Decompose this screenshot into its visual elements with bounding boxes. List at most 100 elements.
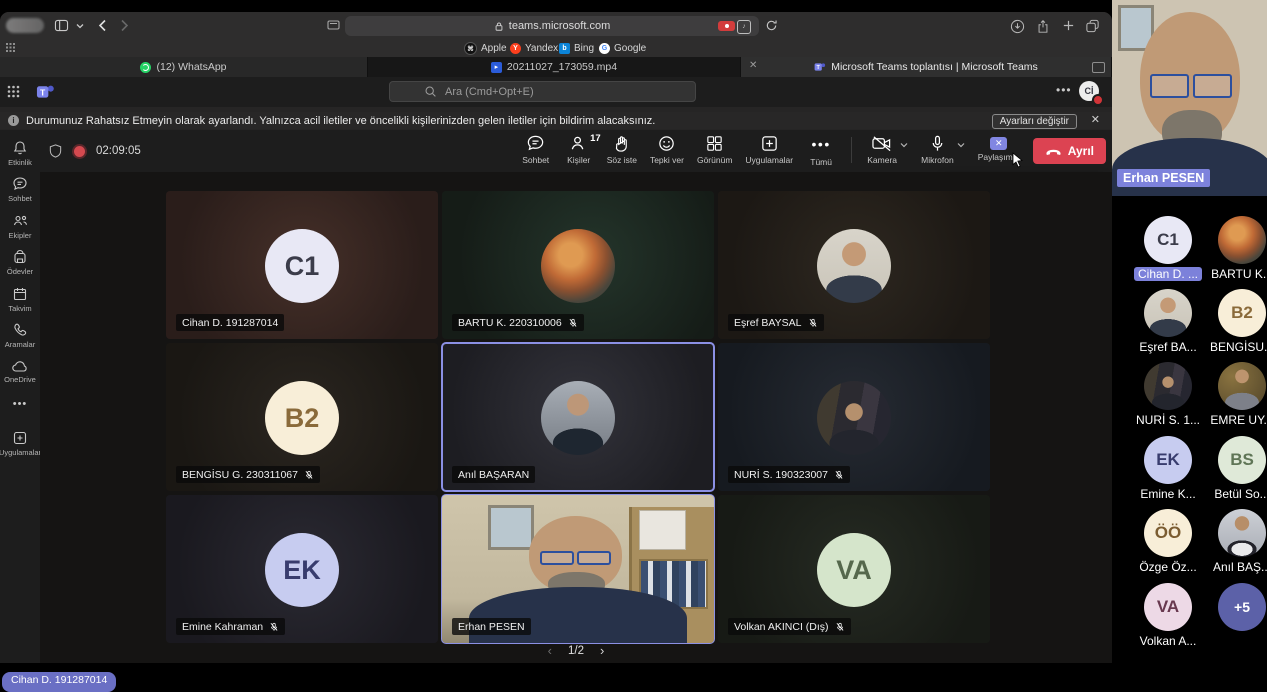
person-body [1112,138,1267,196]
roster-cihan[interactable]: C1 Cihan D. ... [1131,216,1205,281]
tab-whatsapp[interactable]: (12) WhatsApp [0,57,368,77]
rail-item-ekipler[interactable]: Ekipler [0,213,40,240]
avatar: C1 [265,229,339,303]
bookmarks-grid-icon[interactable] [6,43,15,52]
forward-icon[interactable] [120,19,129,32]
roster-nuri[interactable]: NURİ S. 1... [1131,362,1205,427]
reload-icon[interactable] [765,19,778,32]
more-actions-button[interactable]: ••• Tümü [806,134,836,167]
rail-item-etkinlik[interactable]: Etkinlik [0,140,40,167]
raise-hand-button[interactable]: Söz iste [607,134,637,165]
tab-mp4[interactable]: ▸ 20211027_173059.mp4 [368,57,741,77]
teams-app-logo-icon[interactable]: T [36,82,55,101]
rail-item-takvim[interactable]: Takvim [0,286,40,313]
more-options-icon[interactable]: ••• [1056,83,1072,97]
banner-close-icon[interactable]: ✕ [1091,113,1100,126]
tile-nuri[interactable]: NURİ S. 190323007 [718,343,990,491]
avatar-photo [1144,362,1192,410]
bookmark-apple[interactable]: ⌘ Apple [464,41,507,56]
new-tab-icon[interactable] [1062,19,1075,32]
video-file-icon: ▸ [491,62,502,73]
change-settings-button[interactable]: Ayarları değiştir [992,114,1077,129]
roster-overflow[interactable]: +5 [1205,583,1267,631]
toolbar-divider [851,137,852,163]
rail-item-odevler[interactable]: Ödevler [0,249,40,276]
roster-betul[interactable]: BS Betül So... [1205,436,1267,501]
bookmark-yandex[interactable]: Y Yandex [510,41,558,56]
meeting-toolbar: 02:09:05 Sohbet 17 Kişiler Söz iste Tepk… [40,130,1112,172]
search-placeholder: Ara (Cmd+Opt+E) [445,86,534,98]
waffle-icon[interactable] [7,85,20,98]
stop-share-icon: ✕ [990,137,1007,150]
stop-share-button[interactable]: ✕ Paylaşım... [978,134,1020,162]
avatar: EK [265,533,339,607]
teams-left-rail: Etkinlik Sohbet Ekipler Ödevler Takvim A… [0,130,40,663]
microphone-button[interactable]: Mikrofon [921,134,954,165]
share-icon[interactable] [1036,19,1050,34]
bookmark-google[interactable]: G Google [599,41,646,56]
sidebar-toggle-icon[interactable] [54,19,69,32]
view-button[interactable]: Görünüm [697,134,732,165]
avatar-photo [817,381,891,455]
extension-icon[interactable] [327,19,340,31]
pip-self-video[interactable] [1112,0,1267,196]
traffic-lights-blurred[interactable] [6,18,44,33]
roster-volkan[interactable]: VA Volkan A... [1131,583,1205,648]
camera-options-chevron-icon[interactable] [900,142,908,148]
browser-window: teams.microsoft.com ♪ ⌘ Apple Y [0,12,1112,663]
browser-titlebar: teams.microsoft.com ♪ [0,12,1112,40]
tile-anil[interactable]: Anıl BAŞARAN [442,343,714,491]
pager-next-icon[interactable]: › [600,643,604,658]
roster-bartu[interactable]: BARTU K... [1205,216,1267,281]
mic-options-chevron-icon[interactable] [957,142,965,148]
leave-button[interactable]: Ayrıl [1033,138,1106,164]
downloads-icon[interactable] [1010,19,1025,34]
chevron-down-icon[interactable] [76,23,84,29]
recording-dot-icon [72,144,87,159]
avatar: BS [1218,436,1266,484]
tab-overview-icon[interactable] [1085,19,1100,34]
camera-button[interactable]: Kamera [867,134,897,165]
roster-bengisu[interactable]: B2 BENGİSU... [1205,289,1267,354]
roster-esref[interactable]: Eşref BA... [1131,289,1205,354]
bookmark-bing[interactable]: b Bing [559,41,594,56]
back-icon[interactable] [98,19,107,32]
more-icon: ••• [13,398,28,410]
chat-icon [12,176,28,192]
reactions-button[interactable]: Tepki ver [650,134,684,165]
people-button[interactable]: 17 Kişiler [564,134,594,165]
roster-anil[interactable]: Anıl BAŞ... [1205,509,1267,574]
rail-item-aramalar[interactable]: Aramalar [0,322,40,349]
apps-button[interactable]: Uygulamalar [745,134,793,165]
avatar: B2 [265,381,339,455]
tab-teams-active[interactable]: ✕ T Microsoft Teams toplantısı | Microso… [741,57,1112,77]
tile-cihan[interactable]: C1 Cihan D. 191287014 [166,191,438,339]
pager-text: 1/2 [568,645,584,657]
tile-erhan[interactable]: Erhan PESEN [442,495,714,643]
roster-emre[interactable]: EMRE UY... [1205,362,1267,427]
phone-icon [12,322,28,338]
tile-bartu[interactable]: BARTU K. 220310006 [442,191,714,339]
teams-app-bar: T Ara (Cmd+Opt+E) ••• Cİ [0,77,1112,107]
roster-emine[interactable]: EK Emine K... [1131,436,1205,501]
avatar: VA [1144,583,1192,631]
tile-volkan[interactable]: VA Volkan AKINCI (Dış) [718,495,990,643]
yandex-icon: Y [510,43,521,54]
search-input[interactable]: Ara (Cmd+Opt+E) [389,81,696,102]
tile-bengisu[interactable]: B2 BENGİSU G. 230311067 [166,343,438,491]
rail-item-uygulamalar[interactable]: Uygulamalar [0,430,40,457]
close-tab-icon[interactable]: ✕ [749,60,757,71]
tile-emine[interactable]: EK Emine Kahraman [166,495,438,643]
rail-item-onedrive[interactable]: OneDrive [0,359,40,384]
avatar-photo [1144,289,1192,337]
tab-audio-icon[interactable]: ♪ [737,20,751,34]
tile-esref[interactable]: Eşref BAYSAL [718,191,990,339]
roster-ozge[interactable]: ÖÖ Özge Öz... [1131,509,1205,574]
overflow-count: +5 [1218,583,1266,631]
pager-prev-icon[interactable]: ‹ [548,643,552,658]
address-bar[interactable]: teams.microsoft.com ♪ [345,16,759,36]
rail-item-more[interactable]: ••• [0,398,40,410]
meeting-stage: C1 Cihan D. 191287014 BARTU K. 220310006… [40,172,1112,663]
rail-item-sohbet[interactable]: Sohbet [0,176,40,203]
chat-button[interactable]: Sohbet [521,134,551,165]
